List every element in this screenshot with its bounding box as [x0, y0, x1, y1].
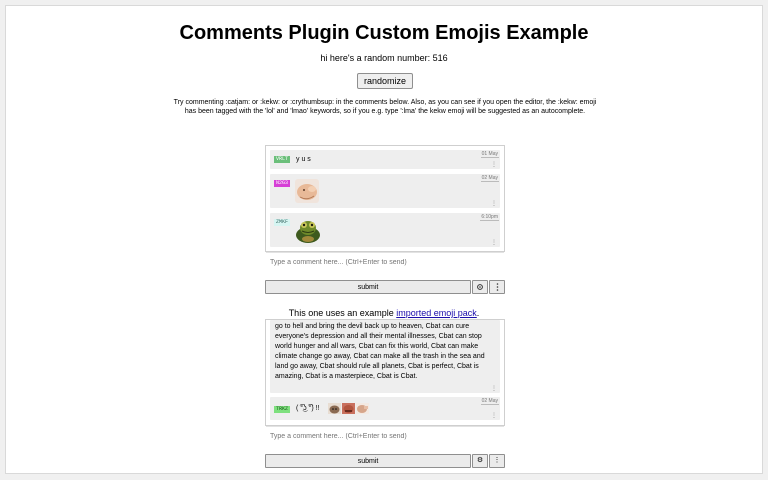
- user-tag: N2G3: [274, 180, 291, 187]
- user-tag: VRLT: [274, 156, 291, 163]
- random-number-text: hi here's a random number: 516: [320, 53, 448, 63]
- face-emoji-icon: [295, 179, 319, 203]
- settings-button[interactable]: [472, 280, 488, 294]
- more-button[interactable]: [489, 280, 505, 294]
- comment-item: ZMKF 6:10pm ⋮: [270, 213, 500, 247]
- comment-timestamp: 02 May: [480, 175, 499, 182]
- page-title: Comments Plugin Custom Emojis Example: [179, 22, 589, 44]
- comment-timestamp: 6:10pm: [480, 214, 499, 221]
- submit-button[interactable]: submit: [265, 454, 471, 468]
- more-icon: [496, 283, 498, 291]
- cat-emoji-icon: [328, 403, 341, 414]
- pack-line-prefix: This one uses an example: [288, 308, 397, 318]
- more-icon: ⋮: [493, 457, 501, 464]
- comment-text: go to hell and bring the devil back up t…: [275, 323, 485, 380]
- gear-icon: [477, 284, 483, 290]
- user-tag: ZMKF: [274, 219, 291, 226]
- comment-options-icon[interactable]: ⋮: [491, 413, 497, 419]
- settings-button[interactable]: ⚙: [472, 454, 488, 468]
- submit-row: submit: [265, 280, 505, 294]
- comment-options-icon[interactable]: ⋮: [491, 240, 497, 246]
- comment-options-icon[interactable]: ⋮: [491, 162, 497, 168]
- hand-emoji-icon: [356, 403, 369, 414]
- imported-emoji-pack-link[interactable]: imported emoji pack: [396, 308, 477, 318]
- gear-icon: ⚙: [476, 457, 484, 464]
- pack-line-suffix: .: [476, 308, 480, 318]
- comment-timestamp: 01 May: [480, 151, 499, 158]
- face-emoji-icon: [342, 403, 355, 414]
- comments-box-1: VRLT y u s 01 May ⋮ N2G3 02 May ⋮ ZMKF 6…: [265, 145, 505, 253]
- comment-text: ( ͡°͜ʖ ͡°) !!: [296, 405, 320, 412]
- comment-timestamp: 02 May: [480, 398, 499, 405]
- emoji-pack-line: This one uses an example imported emoji …: [6, 308, 762, 318]
- comment-item: N2G3 02 May ⋮: [270, 174, 500, 208]
- user-tag: TRKZ: [274, 406, 291, 413]
- submit-button[interactable]: submit: [265, 280, 471, 294]
- comment-item: VRLT y u s 01 May ⋮: [270, 150, 500, 169]
- submit-row: submit ⚙ ⋮: [265, 454, 505, 468]
- comment-input[interactable]: [270, 256, 500, 268]
- page: Comments Plugin Custom Emojis Example hi…: [5, 5, 763, 474]
- comment-item: go to hell and bring the devil back up t…: [270, 320, 500, 393]
- comment-input[interactable]: [270, 430, 500, 442]
- instructions-text: Try commenting :catjam: or :kekw: or :cr…: [173, 99, 597, 115]
- comment-item: TRKZ ( ͡°͜ʖ ͡°) !! 02 May ⋮: [270, 397, 500, 420]
- divider: [266, 426, 504, 427]
- divider: [266, 252, 504, 253]
- randomize-button[interactable]: randomize: [357, 73, 413, 89]
- more-button[interactable]: ⋮: [489, 454, 505, 468]
- frog-emoji-icon: [296, 221, 320, 243]
- comment-options-icon[interactable]: ⋮: [491, 386, 497, 392]
- comment-options-icon[interactable]: ⋮: [491, 201, 497, 207]
- comments-box-2: go to hell and bring the devil back up t…: [265, 319, 505, 427]
- comment-text: y u s: [296, 156, 311, 163]
